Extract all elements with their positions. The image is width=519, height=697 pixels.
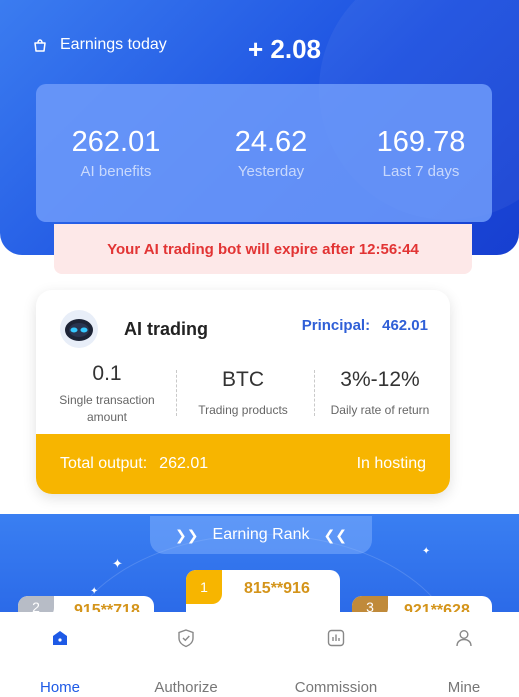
rank-badge: 1 xyxy=(186,570,222,604)
robot-icon xyxy=(60,310,98,348)
tab-mine[interactable]: Mine xyxy=(404,612,519,697)
metric-value: 0.1 xyxy=(92,362,122,385)
total-output-label: Total output: xyxy=(60,455,148,472)
double-chevron-left-icon: ❮❮ xyxy=(323,526,347,543)
earning-rank-label: Earning Rank xyxy=(212,526,310,543)
stat-value: 169.78 xyxy=(376,126,466,158)
ai-card-header: AI trading xyxy=(60,310,208,348)
tab-home[interactable]: Home xyxy=(0,612,120,697)
metric-trading-products: BTC Trading products xyxy=(174,362,312,419)
divider xyxy=(314,370,315,416)
tab-label: Commission xyxy=(294,679,378,696)
metric-label: Single transaction amount xyxy=(59,393,155,424)
principal-value: 462.01 xyxy=(382,317,428,334)
stat-value: 24.62 xyxy=(234,126,308,158)
tab-commission[interactable]: Commission xyxy=(276,612,396,697)
metric-value: 3%-12% xyxy=(340,368,420,391)
chart-icon xyxy=(326,628,346,648)
metric-daily-return: 3%-12% Daily rate of return xyxy=(316,362,444,419)
stat-value: 262.01 xyxy=(71,126,161,158)
expire-notice: Your AI trading bot will expire after 12… xyxy=(54,224,472,274)
metric-label: Daily rate of return xyxy=(330,403,430,417)
stat-last-7-days: 169.78 Last 7 days xyxy=(366,126,476,180)
metric-value: BTC xyxy=(222,368,264,391)
user-icon xyxy=(454,628,474,648)
principal: Principal: 462.01 xyxy=(302,317,428,334)
double-chevron-right-icon: ❯❯ xyxy=(175,526,199,543)
tab-label: Home xyxy=(39,679,80,696)
shield-check-icon xyxy=(176,628,196,648)
bottom-tab-bar: Home Authorize Commission Mine xyxy=(0,612,519,697)
ai-card-title: AI trading xyxy=(124,318,208,339)
stat-label: AI benefits xyxy=(80,163,152,180)
earnings-header: Earnings today + 2.08 262.01 AI benefits… xyxy=(0,0,519,255)
metric-label: Trading products xyxy=(198,403,288,417)
stat-label: Yesterday xyxy=(237,163,305,180)
tab-label: Mine xyxy=(447,679,481,696)
bag-icon xyxy=(32,37,48,53)
hosting-status[interactable]: In hosting xyxy=(357,455,426,473)
stat-ai-benefits: 262.01 AI benefits xyxy=(66,126,166,180)
earnings-today-row: Earnings today xyxy=(32,36,167,54)
earning-rank-section: ❯❯ Earning Rank ❮❮ ✦ ✦ ✦ 2 915**718 3 92… xyxy=(0,514,519,614)
sparkle-icon: ✦ xyxy=(422,546,431,557)
rank-user: 815**916 xyxy=(244,580,310,597)
tab-label: Authorize xyxy=(154,679,218,696)
home-icon xyxy=(50,628,70,648)
rank-podium-1[interactable]: 1 815**916 xyxy=(186,570,340,614)
tab-authorize[interactable]: Authorize xyxy=(126,612,246,697)
earnings-today-value: + 2.08 xyxy=(248,34,322,64)
ai-trading-card[interactable]: AI trading Principal: 462.01 0.1 Single t… xyxy=(36,290,450,494)
earning-rank-title: ❯❯ Earning Rank ❮❮ xyxy=(150,516,372,554)
stat-yesterday: 24.62 Yesterday xyxy=(216,126,326,180)
total-output-value: 262.01 xyxy=(159,455,209,472)
ai-card-footer: Total output: 262.01 In hosting xyxy=(36,434,450,494)
principal-label: Principal: xyxy=(301,317,371,334)
sparkle-icon: ✦ xyxy=(112,556,123,571)
metric-single-transaction: 0.1 Single transaction amount xyxy=(44,362,170,426)
earnings-today-label: Earnings today xyxy=(60,36,167,53)
stat-label: Last 7 days xyxy=(382,163,460,180)
stats-card: 262.01 AI benefits 24.62 Yesterday 169.7… xyxy=(36,84,492,222)
